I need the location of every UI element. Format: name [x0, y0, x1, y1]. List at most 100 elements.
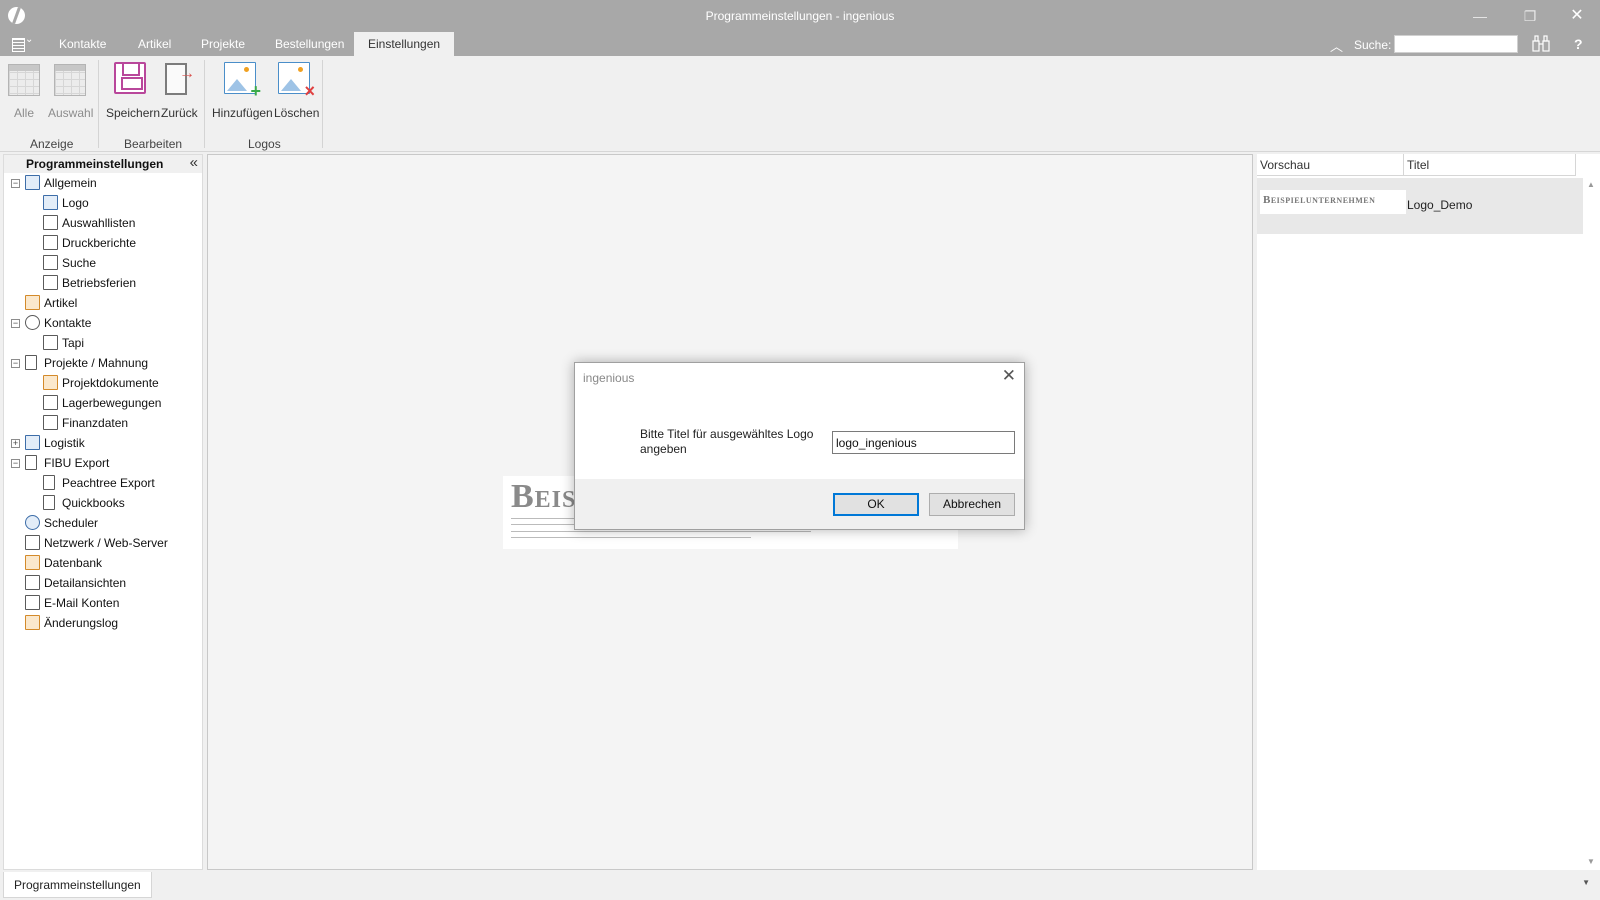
title-bar: Programmeinstellungen - ingenious — ❐ ✕: [0, 0, 1600, 32]
nav-item-betriebsferien[interactable]: Betriebsferien: [4, 274, 202, 292]
group-label-anzeige: Anzeige: [30, 137, 74, 151]
search-input[interactable]: [1394, 35, 1518, 53]
document-icon: [25, 355, 37, 370]
nav-item-label: Artikel: [44, 296, 78, 310]
nav-item-label: Tapi: [62, 336, 85, 350]
document-list-icon: [43, 375, 58, 390]
vertical-scrollbar[interactable]: ▲ ▼: [1583, 176, 1600, 870]
nav-item-tapi[interactable]: Tapi: [4, 334, 202, 352]
expand-icon[interactable]: +: [11, 439, 20, 448]
nav-item-label: Quickbooks: [62, 496, 125, 510]
bank-icon: [43, 415, 58, 430]
nav-item-e-mail-konten[interactable]: E-Mail Konten: [4, 594, 202, 612]
collapse-icon[interactable]: −: [11, 179, 20, 188]
nav-item-artikel[interactable]: Artikel: [4, 294, 202, 312]
binoculars-icon[interactable]: [1532, 35, 1550, 52]
contact-card-icon: [25, 175, 40, 190]
nav-item-allgemein[interactable]: − Allgemein: [4, 174, 202, 192]
nav-item-label: Betriebsferien: [62, 276, 137, 290]
help-icon[interactable]: ?: [1574, 36, 1583, 52]
airplane-icon: [43, 275, 58, 290]
change-log-icon: [25, 615, 40, 630]
box-icon: [25, 295, 40, 310]
maximize-button[interactable]: ❐: [1515, 6, 1545, 26]
nav-item-quickbooks[interactable]: Quickbooks: [4, 494, 202, 512]
nav-item-logistik[interactable]: + Logistik: [4, 434, 202, 452]
tab-bestellungen[interactable]: Bestellungen: [261, 32, 358, 56]
export-icon: [43, 475, 55, 490]
nav-item-peachtree-export[interactable]: Peachtree Export: [4, 474, 202, 492]
scroll-down-icon[interactable]: ▼: [1587, 857, 1595, 866]
collapse-icon[interactable]: −: [11, 459, 20, 468]
nav-item-finanzdaten[interactable]: Finanzdaten: [4, 414, 202, 432]
nav-item-datenbank[interactable]: Datenbank: [4, 554, 202, 572]
add-logo-label: Hinzufügen: [212, 106, 273, 120]
nav-item-label: Auswahllisten: [62, 216, 136, 230]
nav-item-suche[interactable]: Suche: [4, 254, 202, 272]
app-menu-icon[interactable]: [10, 34, 33, 52]
scroll-up-icon[interactable]: ▲: [1587, 180, 1595, 189]
tab-projekte[interactable]: Projekte: [187, 32, 259, 56]
show-all-button[interactable]: Alle: [8, 62, 40, 120]
show-selection-button[interactable]: Auswahl: [48, 62, 94, 120]
add-logo-button[interactable]: + Hinzufügen: [212, 62, 273, 120]
truck-icon: [25, 435, 40, 450]
group-separator: [98, 60, 99, 148]
nav-item-label: Projektdokumente: [62, 376, 159, 390]
collapse-icon[interactable]: −: [11, 359, 20, 368]
nav-item-logo[interactable]: Logo: [4, 194, 202, 212]
collapse-icon[interactable]: −: [11, 319, 20, 328]
minimize-button[interactable]: —: [1465, 6, 1495, 26]
tab-kontakte[interactable]: Kontakte: [45, 32, 120, 56]
group-label-bearbeiten: Bearbeiten: [124, 137, 183, 151]
group-label-logos: Logos: [248, 137, 281, 151]
image-delete-icon: ×: [278, 62, 315, 100]
delete-logo-button[interactable]: × Löschen: [274, 62, 320, 120]
nav-item-auswahllisten[interactable]: Auswahllisten: [4, 214, 202, 232]
nav-item-lagerbewegungen[interactable]: Lagerbewegungen: [4, 394, 202, 412]
clock-icon: [25, 515, 40, 530]
close-window-button[interactable]: ✕: [1562, 6, 1592, 26]
group-separator: [204, 60, 205, 148]
nav-item-netzwerk-web-server[interactable]: Netzwerk / Web-Server: [4, 534, 202, 552]
nav-item-projekte-mahnung[interactable]: − Projekte / Mahnung: [4, 354, 202, 372]
dialog-prompt: Bitte Titel für ausgewähltes Logo angebe…: [640, 427, 814, 456]
nav-item-label: Allgemein: [44, 176, 97, 190]
image-add-icon: +: [224, 62, 261, 100]
save-button[interactable]: Speichern: [106, 62, 160, 120]
nav-item-label: Scheduler: [44, 516, 99, 530]
nav-item-label: Datenbank: [44, 556, 103, 570]
table-icon: [8, 64, 40, 96]
list-item[interactable]: Beispielunternehmen Logo_Demo: [1257, 178, 1583, 234]
calculator-icon: [43, 395, 58, 410]
column-header-vorschau[interactable]: Vorschau: [1257, 154, 1404, 176]
status-tab-programmeinstellungen[interactable]: Programmeinstellungen: [3, 872, 152, 898]
exit-icon: [163, 62, 195, 95]
tab-artikel[interactable]: Artikel: [124, 32, 185, 56]
nav-item-druckberichte[interactable]: Druckberichte: [4, 234, 202, 252]
tab-einstellungen[interactable]: Einstellungen: [354, 32, 455, 56]
nav-item-projektdokumente[interactable]: Projektdokumente: [4, 374, 202, 392]
column-header-titel[interactable]: Titel: [1404, 154, 1576, 176]
nav-item-scheduler[interactable]: Scheduler: [4, 514, 202, 532]
dropdown-arrow-icon[interactable]: ▼: [1582, 878, 1590, 887]
collapse-panel-icon[interactable]: «: [190, 154, 198, 171]
nav-item-änderungslog[interactable]: Änderungslog: [4, 614, 202, 632]
delete-logo-label: Löschen: [274, 106, 320, 120]
ok-button[interactable]: OK: [833, 493, 919, 516]
collapse-ribbon-icon[interactable]: ︿: [1330, 36, 1343, 55]
dialog-close-button[interactable]: ✕: [1002, 366, 1016, 386]
nav-item-label: Druckberichte: [62, 236, 137, 250]
back-button[interactable]: Zurück: [161, 62, 198, 120]
nav-item-label: FIBU Export: [44, 456, 110, 470]
show-selection-label: Auswahl: [48, 106, 94, 120]
nav-item-label: Netzwerk / Web-Server: [44, 536, 168, 550]
logo-title-input[interactable]: [832, 431, 1015, 454]
nav-item-label: Projekte / Mahnung: [44, 356, 149, 370]
nav-item-fibu-export[interactable]: − FIBU Export: [4, 454, 202, 472]
nav-item-label: Änderungslog: [44, 616, 119, 630]
nav-item-detailansichten[interactable]: Detailansichten: [4, 574, 202, 592]
nav-item-kontakte[interactable]: − Kontakte: [4, 314, 202, 332]
cancel-button[interactable]: Abbrechen: [929, 493, 1015, 516]
logo-title: Logo_Demo: [1407, 198, 1473, 212]
